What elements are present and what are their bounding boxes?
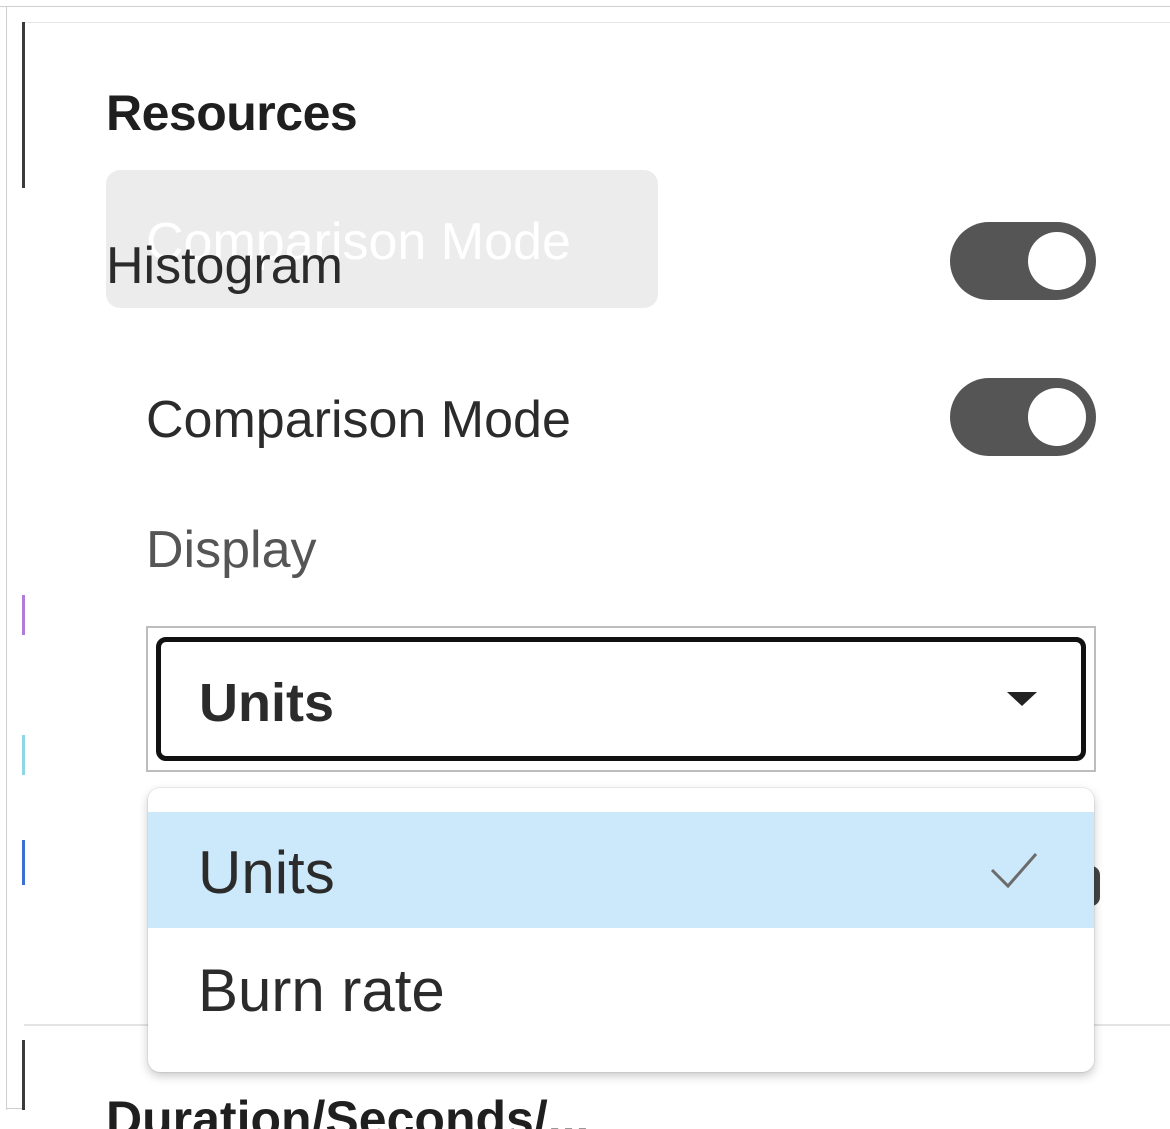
option-label: Units — [198, 839, 335, 906]
comparison-mode-label: Comparison Mode — [146, 391, 571, 449]
option-label: Burn rate — [198, 957, 445, 1024]
display-select-value: Units — [199, 673, 334, 733]
option-burn-rate[interactable]: Burn rate — [148, 930, 1094, 1046]
window-border-top — [0, 6, 1170, 7]
settings-page: Resources Comparison Mode Histogram Comp… — [0, 0, 1170, 1129]
panel-edge-marker — [22, 22, 25, 188]
next-section-title: Duration/Seconds/... — [106, 1091, 590, 1129]
edge-accent-blue — [22, 840, 25, 885]
histogram-toggle[interactable] — [950, 222, 1096, 300]
toggle-knob — [1028, 232, 1086, 290]
section-title: Resources — [106, 85, 358, 141]
display-select[interactable]: Units — [156, 637, 1086, 761]
panel-edge-marker-lower — [22, 1040, 25, 1110]
edge-accent-cyan — [22, 735, 25, 775]
comparison-mode-toggle[interactable] — [950, 378, 1096, 456]
display-label: Display — [146, 521, 317, 579]
window-border-left — [6, 6, 7, 1110]
edge-accent-purple — [22, 595, 25, 635]
toggle-knob — [1028, 388, 1086, 446]
option-units[interactable]: Units — [148, 812, 1094, 928]
display-options-menu: Units Burn rate — [148, 788, 1094, 1072]
check-icon — [990, 853, 1038, 889]
histogram-label: Histogram — [106, 237, 343, 295]
caret-down-icon — [1007, 692, 1037, 706]
